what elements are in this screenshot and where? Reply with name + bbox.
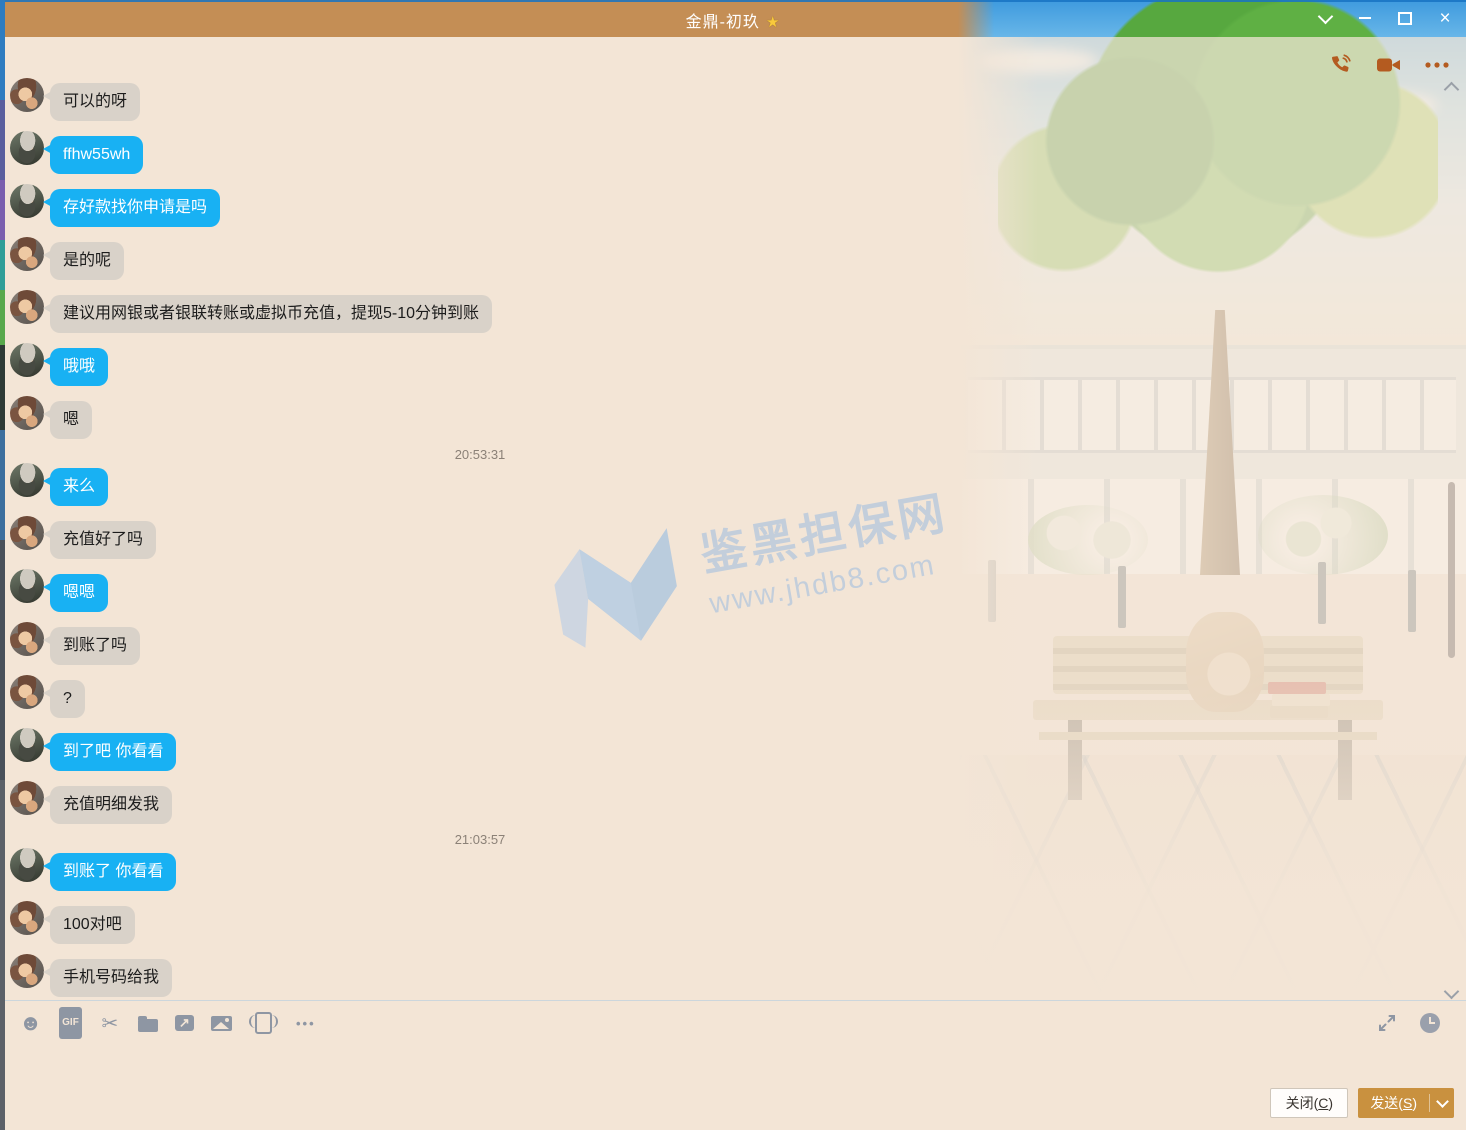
message-bubble[interactable]: 存好款找你申请是吗 — [50, 189, 220, 227]
send-button[interactable]: 发送(S) — [1358, 1088, 1454, 1118]
message-bubble[interactable]: ? — [50, 680, 85, 718]
expand-input-icon[interactable] — [1376, 1011, 1398, 1035]
scrollbar-thumb[interactable] — [1448, 482, 1455, 658]
emoji-icon[interactable]: ☻ — [19, 1011, 42, 1035]
timestamp: 20:53:31 — [10, 448, 950, 462]
chat-more-icon[interactable] — [1424, 52, 1450, 78]
scene-overlay — [958, 668, 1466, 1008]
message-bubble[interactable]: ffhw55wh — [50, 136, 143, 174]
message-row: 充值好了吗 — [10, 521, 950, 559]
minimize-button[interactable] — [1352, 6, 1378, 30]
message-bubble[interactable]: 充值好了吗 — [50, 521, 156, 559]
voice-call-icon[interactable] — [1328, 52, 1354, 78]
message-history-icon[interactable] — [1420, 1013, 1440, 1033]
timestamp: 21:03:57 — [10, 833, 950, 847]
window-title-wrap: 金鼎-初玖 ★ — [0, 8, 1466, 32]
message-row: 100对吧 — [10, 906, 950, 944]
message-bubble[interactable]: 到了吧 你看看 — [50, 733, 176, 771]
background-window-edge — [0, 0, 5, 1130]
message-bubble[interactable]: 100对吧 — [50, 906, 135, 944]
message-row: 存好款找你申请是吗 — [10, 189, 950, 227]
message-row: 手机号码给我 — [10, 959, 950, 997]
message-input[interactable] — [5, 1046, 1466, 1084]
close-window-button[interactable]: × — [1432, 6, 1458, 30]
file-folder-icon[interactable] — [138, 1019, 158, 1032]
gif-icon[interactable]: GIF — [59, 1007, 82, 1039]
message-row: 哦哦 — [10, 348, 950, 386]
toolbar-right — [1376, 1011, 1440, 1035]
chevron-down-icon — [1436, 1095, 1449, 1108]
window-title: 金鼎-初玖 — [686, 14, 760, 31]
message-bubble[interactable]: 到账了 你看看 — [50, 853, 176, 891]
call-toolbar — [1328, 52, 1450, 78]
footer-buttons: 关闭(C) 发送(S) — [1270, 1088, 1454, 1118]
message-bubble[interactable]: 充值明细发我 — [50, 786, 172, 824]
message-bubble[interactable]: 嗯嗯 — [50, 574, 108, 612]
window-controls: × — [1312, 6, 1458, 30]
message-row: 嗯嗯 — [10, 574, 950, 612]
message-list: 可以的呀 ffhw55wh 存好款找你申请是吗是的呢建议用网银或者银联转账或虚拟币充… — [10, 83, 950, 1012]
message-bubble[interactable]: 哦哦 — [50, 348, 108, 386]
send-options-dropdown[interactable] — [1430, 1100, 1454, 1106]
background-scene — [958, 0, 1466, 1008]
message-bubble[interactable]: 可以的呀 — [50, 83, 140, 121]
more-tools-icon[interactable]: ••• — [295, 1011, 317, 1035]
message-bubble[interactable]: 来么 — [50, 468, 108, 506]
message-row: 可以的呀 — [10, 83, 950, 121]
message-row: ffhw55wh — [10, 136, 950, 174]
message-bubble[interactable]: 建议用网银或者银联转账或虚拟币充值，提现5-10分钟到账 — [50, 295, 492, 333]
message-bubble[interactable]: 到账了吗 — [50, 627, 140, 665]
message-row: 建议用网银或者银联转账或虚拟币充值，提现5-10分钟到账 — [10, 295, 950, 333]
message-row: 到了吧 你看看 — [10, 733, 950, 771]
message-row: 充值明细发我 — [10, 786, 950, 824]
input-toolbar: ☻ GIF ✂ ↗ ••• — [5, 1000, 1466, 1045]
message-row: 来么 — [10, 468, 950, 506]
window-top-border — [5, 0, 1466, 2]
message-row: 到账了吗 — [10, 627, 950, 665]
message-row: ? — [10, 680, 950, 718]
collapse-chevron-icon[interactable] — [1312, 6, 1338, 30]
window-shake-icon[interactable] — [255, 1012, 272, 1034]
message-bubble[interactable]: 是的呢 — [50, 242, 124, 280]
close-button[interactable]: 关闭(C) — [1270, 1088, 1348, 1118]
message-bubble[interactable]: 手机号码给我 — [50, 959, 172, 997]
vip-star-icon: ★ — [766, 14, 780, 31]
message-bubble[interactable]: 嗯 — [50, 401, 92, 439]
video-call-icon[interactable] — [1376, 52, 1402, 78]
screenshot-icon[interactable]: ✂ — [99, 1011, 121, 1035]
message-row: 嗯 — [10, 401, 950, 439]
chat-window: 金鼎-初玖★ × 可以的呀ffhw55wh存好款找你申请是吗是的呢建议用网银 — [0, 0, 1466, 1130]
send-label: 发送(S) — [1358, 1093, 1429, 1113]
maximize-button[interactable] — [1392, 6, 1418, 30]
message-row: 到账了 你看看 — [10, 853, 950, 891]
send-file-icon[interactable]: ↗ — [175, 1015, 194, 1031]
image-icon[interactable] — [211, 1016, 232, 1031]
message-row: 是的呢 — [10, 242, 950, 280]
